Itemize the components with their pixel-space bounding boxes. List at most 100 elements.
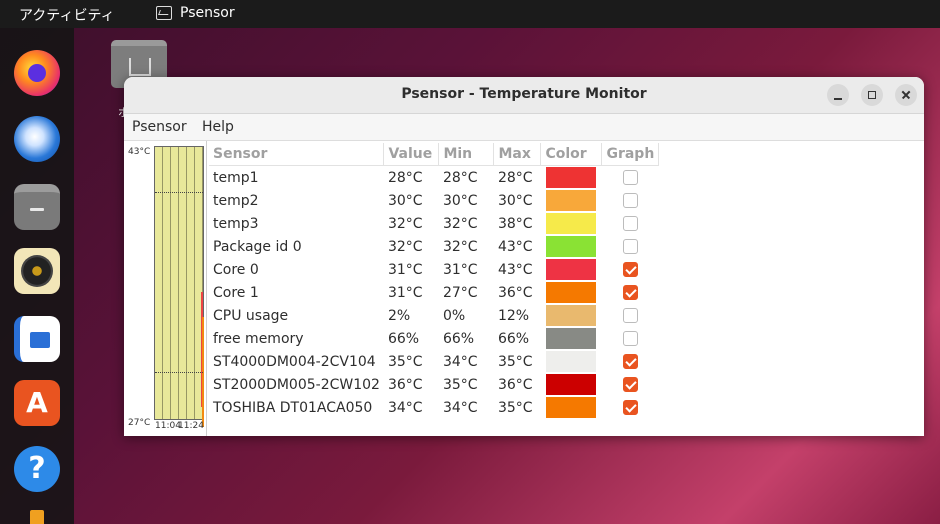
rhythmbox-icon[interactable]: [14, 248, 60, 294]
sensor-row[interactable]: free memory 66% 66% 66%: [209, 327, 659, 350]
sensor-color-cell[interactable]: [541, 304, 602, 327]
thunderbird-icon[interactable]: [14, 116, 60, 162]
close-button[interactable]: [895, 84, 917, 106]
sensor-color-cell[interactable]: [541, 212, 602, 235]
psensor-app-icon: [156, 6, 172, 20]
activities-button[interactable]: アクティビティ: [19, 5, 115, 25]
table-header-row: Sensor Value Min Max Color Graph: [209, 143, 660, 166]
graph-x-end-label: 11:24: [178, 421, 204, 431]
graph-toggle-cell: [602, 189, 659, 212]
color-swatch[interactable]: [546, 328, 597, 349]
sensor-color-cell[interactable]: [541, 258, 602, 281]
maximize-button[interactable]: [861, 84, 883, 106]
color-swatch[interactable]: [546, 236, 597, 257]
sensor-row[interactable]: TOSHIBA DT01ACA050 34°C 34°C 35°C: [209, 396, 659, 419]
sensor-value: 28°C: [387, 169, 423, 186]
sensor-row[interactable]: Package id 0 32°C 32°C 43°C: [209, 235, 659, 258]
color-swatch[interactable]: [546, 259, 597, 280]
graph-toggle-cell: [602, 327, 659, 350]
sensor-color-cell[interactable]: [541, 189, 602, 212]
sensor-row[interactable]: temp1 28°C 28°C 28°C: [209, 166, 659, 190]
graph-checkbox[interactable]: [622, 400, 638, 415]
sensor-name: Core 0: [213, 261, 259, 278]
sensor-max: 43°C: [497, 261, 533, 278]
menu-help[interactable]: Help: [202, 119, 234, 135]
graph-checkbox[interactable]: [622, 331, 638, 346]
graph-checkbox[interactable]: [622, 285, 638, 300]
graph-checkbox[interactable]: [622, 308, 638, 323]
sensor-row[interactable]: temp3 32°C 32°C 38°C: [209, 212, 659, 235]
sensor-min: 34°C: [442, 353, 478, 370]
sensor-max: 36°C: [497, 376, 533, 393]
graph-checkbox[interactable]: [622, 193, 638, 208]
column-header-value[interactable]: Value: [383, 143, 440, 166]
color-swatch[interactable]: [546, 167, 597, 188]
color-swatch[interactable]: [546, 190, 597, 211]
sensor-max: 36°C: [497, 284, 533, 301]
sensor-color-cell[interactable]: [541, 373, 602, 396]
sensor-row[interactable]: temp2 30°C 30°C 30°C: [209, 189, 659, 212]
sensor-color-cell[interactable]: [541, 396, 602, 419]
sensor-color-cell[interactable]: [541, 281, 602, 304]
window-title: Psensor - Temperature Monitor: [401, 86, 647, 102]
firefox-icon[interactable]: [14, 50, 60, 96]
sensor-min: 34°C: [442, 399, 478, 416]
sensor-min: 66%: [442, 330, 475, 347]
sensor-name: ST2000DM005-2CW102: [213, 376, 380, 393]
pane-divider[interactable]: [206, 141, 207, 436]
column-header-sensor[interactable]: Sensor: [209, 143, 385, 166]
sensor-row[interactable]: Core 1 31°C 27°C 36°C: [209, 281, 659, 304]
column-header-max[interactable]: Max: [493, 143, 542, 166]
temperature-graph: [154, 146, 204, 427]
sensor-row[interactable]: ST2000DM005-2CW102 36°C 35°C 36°C: [209, 373, 659, 396]
menu-psensor[interactable]: Psensor: [132, 119, 187, 135]
graph-toggle-cell: [602, 373, 659, 396]
graph-checkbox[interactable]: [622, 354, 638, 369]
sensor-name: temp2: [213, 192, 259, 209]
sensor-color-cell[interactable]: [541, 166, 602, 190]
sensor-name: free memory: [213, 330, 304, 347]
sensor-row[interactable]: Core 0 31°C 31°C 43°C: [209, 258, 659, 281]
sensor-value: 32°C: [387, 238, 423, 255]
sensor-row[interactable]: ST4000DM004-2CV104 35°C 34°C 35°C: [209, 350, 659, 373]
sensor-row[interactable]: CPU usage 2% 0% 12%: [209, 304, 659, 327]
sensor-color-cell[interactable]: [541, 350, 602, 373]
minimize-button[interactable]: [827, 84, 849, 106]
sensor-min: 30°C: [442, 192, 478, 209]
sensor-min: 28°C: [442, 169, 478, 186]
column-header-min[interactable]: Min: [438, 143, 495, 166]
color-swatch[interactable]: [546, 374, 597, 395]
titlebar[interactable]: Psensor - Temperature Monitor: [124, 77, 924, 114]
files-icon[interactable]: [14, 184, 60, 230]
sensor-value: 36°C: [387, 376, 423, 393]
sensor-max: 35°C: [497, 399, 533, 416]
color-swatch[interactable]: [546, 397, 597, 418]
software-icon[interactable]: [14, 380, 60, 426]
graph-checkbox[interactable]: [622, 216, 638, 231]
graph-checkbox[interactable]: [622, 262, 638, 277]
color-swatch[interactable]: [546, 213, 597, 234]
libreoffice-writer-icon[interactable]: [14, 316, 60, 362]
sensor-color-cell[interactable]: [541, 235, 602, 258]
sensor-color-cell[interactable]: [541, 327, 602, 350]
sensor-min: 31°C: [442, 261, 478, 278]
sensor-min: 0%: [442, 307, 466, 324]
sensor-name: temp3: [213, 215, 259, 232]
color-swatch[interactable]: [546, 282, 597, 303]
graph-checkbox[interactable]: [622, 170, 638, 185]
menubar: Psensor Help: [124, 114, 924, 140]
color-swatch[interactable]: [546, 351, 597, 372]
column-header-color[interactable]: Color: [540, 143, 603, 166]
graph-checkbox[interactable]: [622, 377, 638, 392]
help-icon[interactable]: [14, 446, 60, 492]
graph-toggle-cell: [602, 396, 659, 419]
sensor-value: 32°C: [387, 215, 423, 232]
graph-checkbox[interactable]: [622, 239, 638, 254]
app-menu[interactable]: Psensor: [156, 5, 235, 21]
sensor-name: CPU usage: [213, 307, 289, 324]
text-editor-icon[interactable]: [30, 510, 44, 524]
sensor-max: 35°C: [497, 353, 533, 370]
column-header-graph[interactable]: Graph: [601, 143, 660, 166]
color-swatch[interactable]: [546, 305, 597, 326]
sensor-value: 66%: [387, 330, 420, 347]
